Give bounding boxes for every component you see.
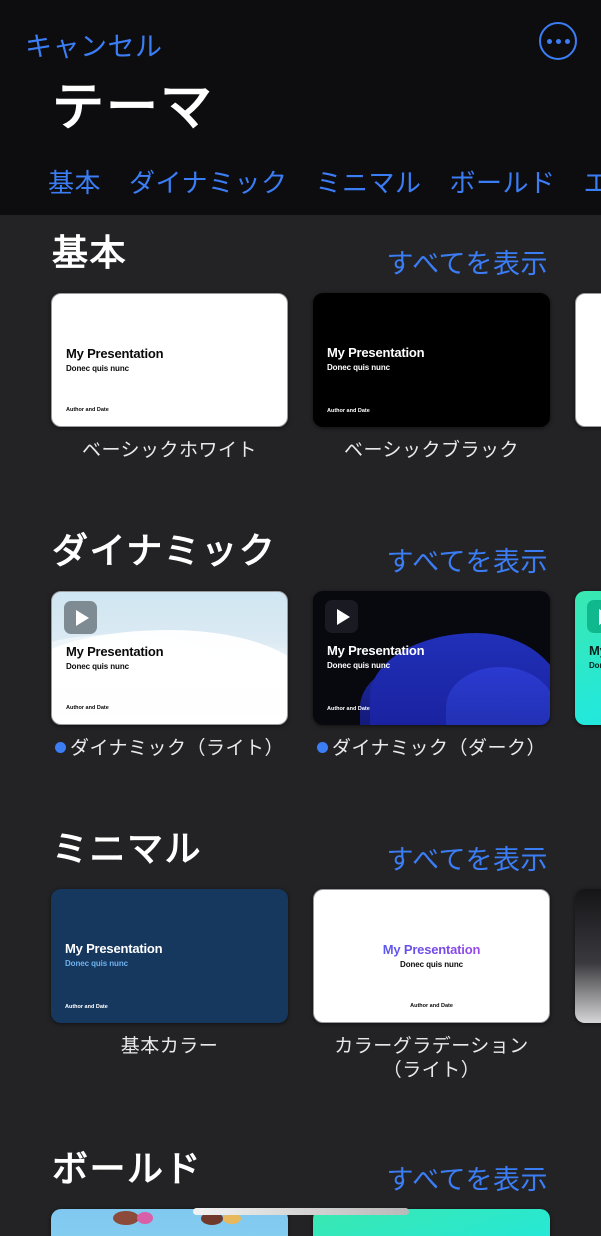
- section-title-minimal: ミニマル: [52, 828, 203, 869]
- theme-card-label-text: ダイナミック（ダーク）: [331, 738, 547, 759]
- show-all-bold[interactable]: すべてを表示: [387, 1158, 549, 1197]
- slide-subtitle: Donec quis nunc: [65, 959, 128, 968]
- theme-thumbnail[interactable]: My Presentation Donec quis nunc Author a…: [51, 293, 288, 427]
- theme-card-dynamic-light[interactable]: My Presentation Donec quis nunc Author a…: [51, 591, 288, 759]
- slide-subtitle: Donec quis nunc: [327, 661, 390, 670]
- play-icon: [587, 600, 601, 633]
- section-header: ミニマル すべてを表示: [0, 811, 601, 889]
- tab-minimal[interactable]: ミニマル: [316, 163, 422, 200]
- theme-card-basic-black[interactable]: My Presentation Donec quis nunc Author a…: [313, 293, 550, 461]
- slide-author: Author and Date: [66, 407, 109, 413]
- ellipsis-icon: [546, 38, 570, 44]
- theme-chooser-screen: キャンセル テーマ 基本 ダイナミック ミニマル ボールド エディ 基本 すべて…: [0, 0, 601, 1236]
- theme-card-label: ダイナミック（ライト）: [51, 737, 288, 761]
- cancel-button[interactable]: キャンセル: [25, 25, 163, 64]
- home-indicator: [192, 1208, 409, 1215]
- slide-subtitle: Donec quis nunc: [400, 960, 463, 969]
- category-tab-bar: 基本 ダイナミック ミニマル ボールド エディ: [48, 163, 601, 200]
- section-header: ダイナミック すべてを表示: [0, 513, 601, 591]
- slide-author: Author and Date: [327, 408, 370, 414]
- page-title: テーマ: [52, 79, 215, 137]
- tab-editorial[interactable]: エディ: [584, 163, 601, 200]
- theme-card-label-text: ダイナミック（ライト）: [69, 738, 285, 759]
- theme-card-label: カラーグラデーション （ライト）: [334, 1036, 529, 1081]
- theme-card-dynamic-dark[interactable]: My Presentation Donec quis nunc Author a…: [313, 591, 550, 759]
- section-title-dynamic: ダイナミック: [52, 530, 277, 571]
- play-icon: [325, 600, 358, 633]
- animated-theme-dot-icon: [54, 742, 66, 753]
- theme-card-basic-third-partial[interactable]: [575, 293, 601, 427]
- slide-author: Author and Date: [65, 1004, 108, 1010]
- decorative-shape: [137, 1212, 153, 1224]
- tab-dynamic[interactable]: ダイナミック: [129, 163, 287, 200]
- animated-theme-dot-icon: [316, 742, 328, 753]
- slide-author: Author and Date: [327, 706, 370, 712]
- theme-thumbnail[interactable]: My Presentation Donec quis nunc: [575, 591, 601, 725]
- section-title-bold: ボールド: [52, 1148, 203, 1189]
- slide-author: Author and Date: [410, 1003, 453, 1009]
- theme-card-label: ダイナミック（ダーク）: [313, 737, 550, 761]
- slide-subtitle: Donec quis nunc: [327, 363, 390, 372]
- theme-thumbnail[interactable]: My Presentation Donec quis nunc Author a…: [313, 591, 550, 725]
- slide-subtitle: Donec quis nunc: [66, 364, 129, 373]
- theme-card-minimal-basic-color[interactable]: My Presentation Donec quis nunc Author a…: [51, 889, 288, 1057]
- show-all-dynamic[interactable]: すべてを表示: [387, 540, 549, 579]
- theme-card-basic-white[interactable]: My Presentation Donec quis nunc Author a…: [51, 293, 288, 461]
- decorative-shape: [113, 1211, 139, 1225]
- slide-title: My Presentation: [314, 942, 549, 957]
- tab-basic[interactable]: 基本: [48, 163, 101, 200]
- theme-thumbnail[interactable]: My Presentation Donec quis nunc Author a…: [313, 889, 550, 1023]
- section-bold: ボールド すべてを表示: [0, 1131, 601, 1236]
- slide-title: My Presentation: [589, 643, 601, 658]
- slide-title: My Presentation: [65, 941, 163, 956]
- section-header: 基本 すべてを表示: [0, 215, 601, 293]
- theme-card-label: ベーシックホワイト: [81, 440, 258, 461]
- section-header: ボールド すべてを表示: [0, 1131, 601, 1209]
- play-icon: [64, 601, 97, 634]
- slide-title: My Presentation: [66, 644, 164, 659]
- section-basic: 基本 すべてを表示 My Presentation Donec quis nun…: [0, 215, 601, 513]
- theme-thumbnail[interactable]: My Presentation Donec quis nunc Author a…: [313, 293, 550, 427]
- decorative-wave: [52, 630, 287, 688]
- slide-subtitle: Donec quis nunc: [66, 662, 129, 671]
- theme-thumbnail[interactable]: My Presentation Donec quis nunc Author a…: [51, 889, 288, 1023]
- slide-subtitle: Donec quis nunc: [589, 661, 601, 670]
- theme-thumbnail[interactable]: [575, 889, 601, 1023]
- slide-title: My Presentation: [327, 643, 425, 658]
- more-options-button[interactable]: [539, 22, 577, 60]
- show-all-basic[interactable]: すべてを表示: [387, 242, 549, 281]
- section-dynamic: ダイナミック すべてを表示 My Presentation Donec quis…: [0, 513, 601, 811]
- section-title-basic: 基本: [52, 232, 128, 273]
- theme-card-label: ベーシックブラック: [343, 440, 520, 461]
- theme-card-minimal-third-partial[interactable]: [575, 889, 601, 1023]
- theme-card-label: 基本カラー: [120, 1036, 219, 1057]
- navigation-bar: キャンセル: [0, 0, 601, 78]
- theme-card-minimal-color-gradient-light[interactable]: My Presentation Donec quis nunc Author a…: [313, 889, 550, 1081]
- slide-title: My Presentation: [66, 346, 164, 361]
- slide-title: My Presentation: [327, 345, 425, 360]
- show-all-minimal[interactable]: すべてを表示: [387, 838, 549, 877]
- theme-thumbnail[interactable]: [575, 293, 601, 427]
- tab-bold[interactable]: ボールド: [450, 163, 556, 200]
- section-minimal: ミニマル すべてを表示 My Presentation Donec quis n…: [0, 811, 601, 1131]
- theme-card-dynamic-third-partial[interactable]: My Presentation Donec quis nunc: [575, 591, 601, 725]
- theme-thumbnail[interactable]: My Presentation Donec quis nunc Author a…: [51, 591, 288, 725]
- slide-author: Author and Date: [66, 705, 109, 711]
